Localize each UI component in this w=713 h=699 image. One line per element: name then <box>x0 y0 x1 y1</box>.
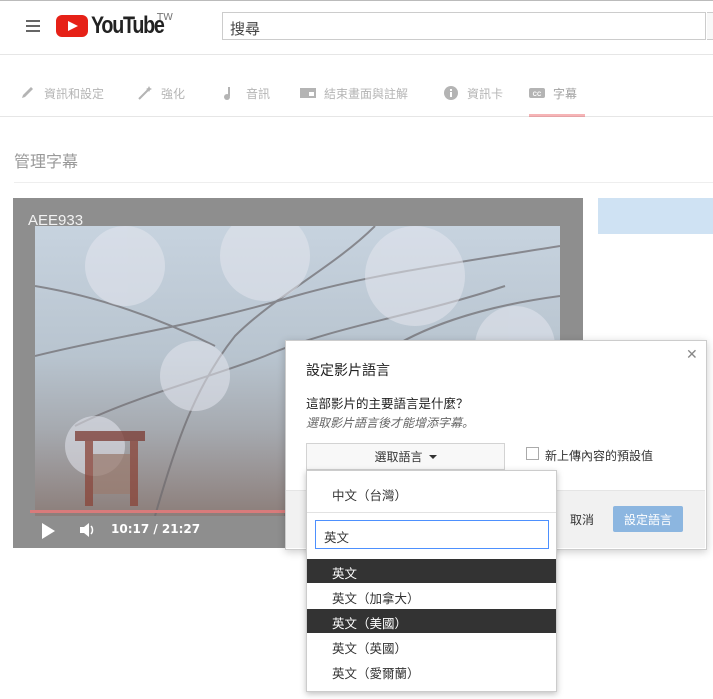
tab-subtitles[interactable]: CC 字幕 <box>529 70 586 117</box>
pencil-icon <box>20 86 36 100</box>
language-search-input[interactable]: 英文 <box>315 520 549 549</box>
end-screen-icon <box>300 86 316 100</box>
info-icon <box>443 86 459 100</box>
divider <box>14 182 713 183</box>
dialog-title: 設定影片語言 <box>306 363 390 379</box>
svg-text:CC: CC <box>533 92 542 98</box>
magic-wand-icon <box>137 86 153 100</box>
tab-info-settings[interactable]: 資訊和設定 <box>20 70 104 116</box>
language-option[interactable]: 英文（加拿大） <box>307 584 556 608</box>
language-option[interactable]: 英文（美國） <box>307 609 556 633</box>
tab-label: 資訊卡 <box>467 86 504 101</box>
select-language-label: 選取語言 <box>374 450 423 464</box>
time-display: 10:17 / 21:27 <box>111 522 201 536</box>
close-icon[interactable]: ✕ <box>686 347 698 363</box>
cancel-button[interactable]: 取消 <box>560 506 604 532</box>
youtube-logo-icon[interactable] <box>56 15 88 37</box>
default-checkbox[interactable] <box>526 447 539 460</box>
video-title: AEE933 <box>28 212 84 229</box>
progress-fill <box>30 510 289 513</box>
play-icon[interactable] <box>42 523 55 539</box>
music-note-icon <box>222 86 238 100</box>
language-option[interactable]: 英文 <box>307 559 556 583</box>
dialog-question: 這部影片的主要語言是什麼？ <box>306 396 469 411</box>
tab-end-screen[interactable]: 結束畫面與註解 <box>300 70 408 116</box>
cc-icon: CC <box>529 86 545 100</box>
search-input[interactable]: 搜尋 <box>222 12 706 40</box>
tab-cards[interactable]: 資訊卡 <box>443 70 503 116</box>
dropdown-divider <box>307 512 556 513</box>
volume-icon[interactable] <box>79 522 97 538</box>
search-button[interactable] <box>707 12 713 40</box>
logo-text[interactable]: YouTube <box>91 12 165 40</box>
tab-label: 字幕 <box>553 86 578 101</box>
current-language-item[interactable]: 中文（台灣） <box>332 485 407 504</box>
tab-label: 音訊 <box>246 86 271 101</box>
tab-bar: 資訊和設定 強化 音訊 結束畫面與註解 資訊卡 CC 字幕 <box>0 70 713 117</box>
hamburger-menu-icon[interactable] <box>26 20 40 32</box>
page-title: 管理字幕 <box>14 152 79 171</box>
tab-enhance[interactable]: 強化 <box>137 70 185 116</box>
language-option[interactable]: 英文（英國） <box>307 634 556 658</box>
tab-label: 強化 <box>161 86 186 101</box>
set-language-button[interactable]: 設定語言 <box>613 506 683 532</box>
caret-down-icon <box>428 454 437 459</box>
right-panel-button[interactable] <box>598 198 713 234</box>
tab-label: 資訊和設定 <box>44 86 105 101</box>
select-language-button[interactable]: 選取語言 <box>306 443 505 470</box>
dialog-hint: 選取影片語言後才能增添字幕。 <box>306 416 475 430</box>
tab-label: 結束畫面與註解 <box>324 86 409 101</box>
default-checkbox-label[interactable]: 新上傳內容的預設值 <box>545 447 653 464</box>
tab-audio[interactable]: 音訊 <box>222 70 270 116</box>
logo-region: TW <box>157 12 173 23</box>
language-option[interactable]: 英文（愛爾蘭） <box>307 659 556 683</box>
